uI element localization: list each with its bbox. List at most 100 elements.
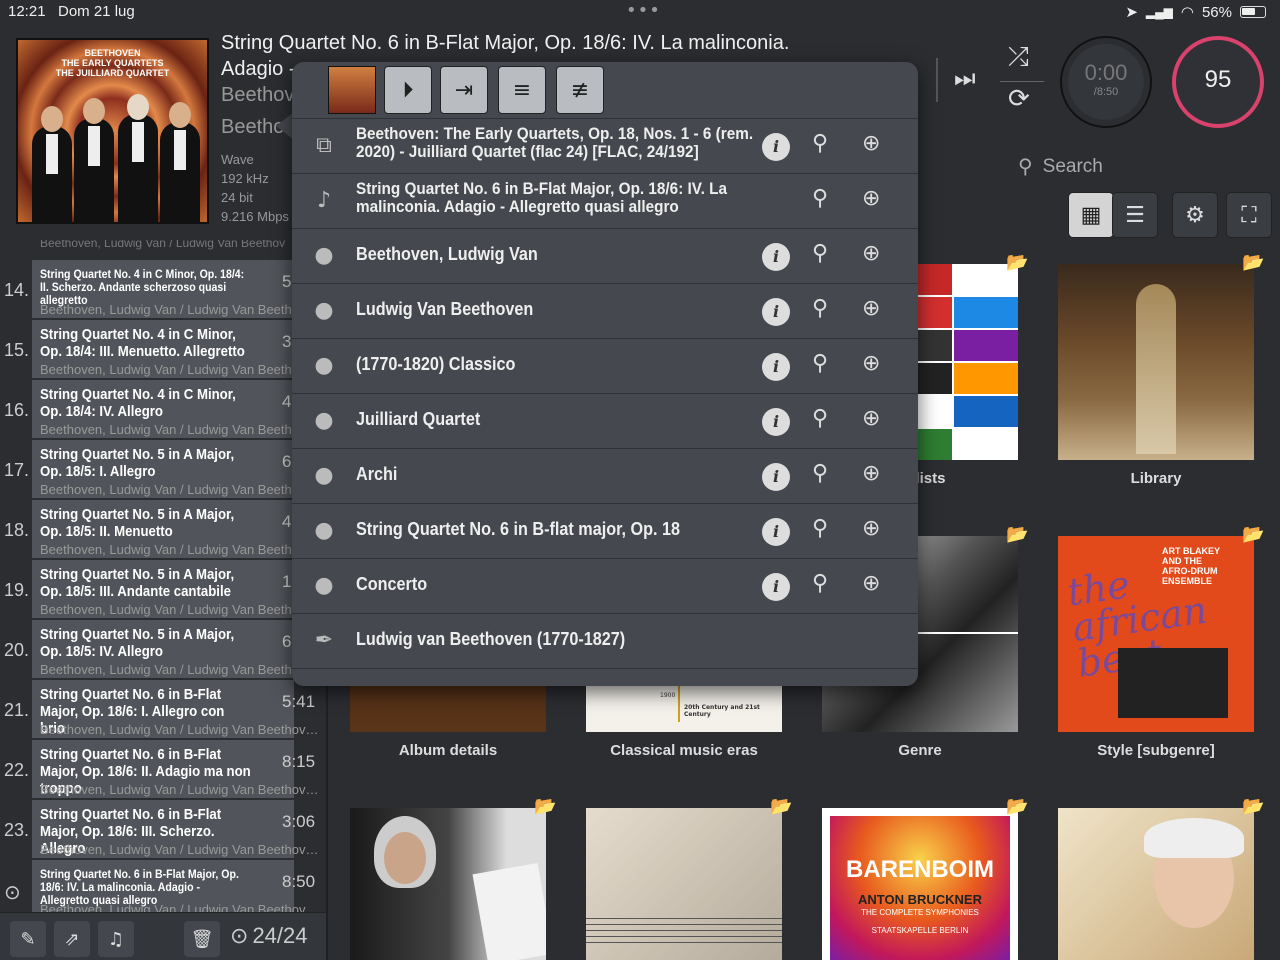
album-cover[interactable]: BEETHOVEN THE EARLY QUARTETS THE JUILLIA…: [16, 38, 209, 224]
shuffle-icon[interactable]: ⤮: [1008, 42, 1029, 73]
cover-figures: [28, 92, 200, 222]
queue-row-number: 19.: [4, 580, 30, 600]
search-icon[interactable]: ⚲: [812, 296, 828, 321]
wifi-icon: ◠: [1180, 4, 1194, 21]
list-view-button[interactable]: ☰: [1112, 192, 1158, 238]
tile-mozart[interactable]: [1058, 808, 1254, 960]
queue-row[interactable]: 18. String Quartet No. 5 in A Major, Op. …: [0, 500, 326, 560]
queue-row-artist: Beethoven, Ludwig Van / Ludwig Van Beeth…: [40, 482, 299, 497]
tile-barenboim[interactable]: BARENBOIM ANTON BRUCKNER THE COMPLETE SY…: [822, 808, 1018, 960]
search-plus-icon[interactable]: ⊕: [862, 296, 880, 321]
queue-row[interactable]: 21. String Quartet No. 6 in B-Flat Major,…: [0, 680, 326, 740]
info-icon[interactable]: i: [762, 133, 790, 161]
tile-sheet-music[interactable]: [586, 808, 782, 960]
queue-row[interactable]: 17. String Quartet No. 5 in A Major, Op. …: [0, 440, 326, 500]
popup-row[interactable]: ● (1770-1820) Classico i ⚲ ⊕: [292, 338, 918, 393]
multitask-dots-icon[interactable]: •••: [626, 0, 661, 21]
popup-row[interactable]: ● Juilliard Quartet i ⚲ ⊕: [292, 393, 918, 448]
eras-caption: 20th Century and 21st Century: [684, 704, 760, 718]
repeat-icon[interactable]: ⟳: [1008, 84, 1030, 114]
folder-icon: 📂: [1006, 524, 1029, 545]
delete-button[interactable]: 🗑: [184, 921, 220, 957]
music-note-icon: ♪: [316, 188, 332, 213]
info-icon[interactable]: i: [762, 573, 790, 601]
queue-row-number: 16.: [4, 400, 30, 420]
folder-icon: 📂: [1242, 796, 1265, 817]
playback-timer[interactable]: 0:00 /8:50: [1060, 36, 1152, 128]
queue-row[interactable]: 20. String Quartet No. 5 in A Major, Op. …: [0, 620, 326, 680]
queue-row[interactable]: 16. String Quartet No. 4 in C Minor, Op. …: [0, 380, 326, 440]
search-plus-icon[interactable]: ⊕: [862, 351, 880, 376]
search-icon[interactable]: ⚲: [812, 406, 828, 431]
search-icon[interactable]: ⚲: [812, 516, 828, 541]
edit-button[interactable]: ✎: [10, 921, 46, 957]
add-to-queue-button[interactable]: ≡: [498, 66, 546, 114]
popup-album-thumb[interactable]: [328, 66, 376, 114]
play-next-button[interactable]: ⇥: [440, 66, 488, 114]
search-field[interactable]: ⚲ Search: [1018, 154, 1103, 179]
folder-icon: 📂: [1242, 252, 1265, 273]
search-icon[interactable]: ⚲: [812, 461, 828, 486]
share-button[interactable]: ⇗: [54, 921, 90, 957]
queue-row[interactable]: ⊙ String Quartet No. 6 in B-Flat Major, O…: [0, 860, 326, 912]
popup-row[interactable]: ● Beethoven, Ludwig Van i ⚲ ⊕: [292, 228, 918, 283]
tile-library[interactable]: [1058, 264, 1254, 460]
search-icon[interactable]: ⚲: [812, 186, 828, 211]
search-plus-icon[interactable]: ⊕: [862, 571, 880, 596]
search-icon[interactable]: ⚲: [812, 131, 828, 156]
popup-row[interactable]: ✒ Ludwig van Beethoven (1770-1827): [292, 613, 918, 668]
popup-row[interactable]: ● Concerto i ⚲ ⊕: [292, 558, 918, 613]
search-plus-icon[interactable]: ⊕: [862, 186, 880, 211]
tile-style[interactable]: ART BLAKEY AND THE AFRO-DRUM ENSEMBLE th…: [1058, 536, 1254, 732]
play-queue[interactable]: Beethoven, Ludwig Van / Ludwig Van Beeth…: [0, 240, 326, 912]
battery-icon: [1240, 6, 1266, 18]
search-plus-icon[interactable]: ⊕: [862, 131, 880, 156]
play-now-button[interactable]: ⏵: [384, 66, 432, 114]
cover-photo: [1118, 648, 1228, 718]
popup-row-label: Beethoven: The Early Quartets, Op. 18, N…: [356, 124, 754, 161]
volume-knob[interactable]: 95: [1172, 36, 1264, 128]
search-plus-icon[interactable]: ⊕: [862, 241, 880, 266]
queue-row[interactable]: 14. String Quartet No. 4 in C Minor, Op. …: [0, 260, 326, 320]
search-plus-icon[interactable]: ⊕: [862, 516, 880, 541]
popup-row-partial[interactable]: [292, 668, 918, 686]
search-plus-icon[interactable]: ⊕: [862, 461, 880, 486]
popup-row[interactable]: ● Ludwig Van Beethoven i ⚲ ⊕: [292, 283, 918, 338]
info-icon[interactable]: i: [762, 298, 790, 326]
queue-count[interactable]: ⊙ 24/24: [230, 923, 308, 949]
play-next-icon: ⇥: [454, 77, 474, 103]
search-icon[interactable]: ⚲: [812, 241, 828, 266]
search-icon[interactable]: ⚲: [812, 351, 828, 376]
fullscreen-button[interactable]: ⛶: [1226, 192, 1272, 238]
info-icon[interactable]: i: [762, 463, 790, 491]
next-track-button[interactable]: ⏭: [954, 64, 976, 92]
popup-row-label: Archi: [356, 464, 398, 484]
info-icon[interactable]: i: [762, 518, 790, 546]
popup-row[interactable]: ● Archi i ⚲ ⊕: [292, 448, 918, 503]
playlist-button[interactable]: ♫: [98, 921, 134, 957]
replace-queue-button[interactable]: ≢: [556, 66, 604, 114]
folder-icon: 📂: [1006, 796, 1029, 817]
settings-button[interactable]: ⚙: [1172, 192, 1218, 238]
popup-row[interactable]: ♪ String Quartet No. 6 in B-Flat Major, O…: [292, 173, 918, 228]
search-plus-icon[interactable]: ⊕: [862, 406, 880, 431]
info-icon[interactable]: i: [762, 243, 790, 271]
signal-icon: ▂▄▆: [1145, 5, 1173, 19]
context-popup[interactable]: ⏵ ⇥ ≡ ≢ ⧉ Beethoven: The Early Quartets, …: [292, 62, 918, 686]
person-icon: ●: [314, 518, 334, 543]
queue-row[interactable]: 19. String Quartet No. 5 in A Major, Op. …: [0, 560, 326, 620]
popup-row[interactable]: ⧉ Beethoven: The Early Quartets, Op. 18, …: [292, 118, 918, 173]
info-icon[interactable]: i: [762, 353, 790, 381]
grid-view-button[interactable]: ▦: [1068, 192, 1114, 238]
search-icon[interactable]: ⚲: [812, 571, 828, 596]
fullscreen-icon: ⛶: [1241, 202, 1257, 228]
queue-row[interactable]: 15. String Quartet No. 4 in C Minor, Op. …: [0, 320, 326, 380]
tile-label-album-details: Album details: [398, 742, 498, 759]
queue-row[interactable]: 23. String Quartet No. 6 in B-Flat Major,…: [0, 800, 326, 860]
queue-row[interactable]: 22. String Quartet No. 6 in B-Flat Major,…: [0, 740, 326, 800]
popup-row[interactable]: ● String Quartet No. 6 in B-flat major, O…: [292, 503, 918, 558]
add-queue-icon: ≡: [512, 77, 532, 103]
person-icon: ●: [314, 243, 334, 268]
tile-bach[interactable]: [350, 808, 546, 960]
info-icon[interactable]: i: [762, 408, 790, 436]
